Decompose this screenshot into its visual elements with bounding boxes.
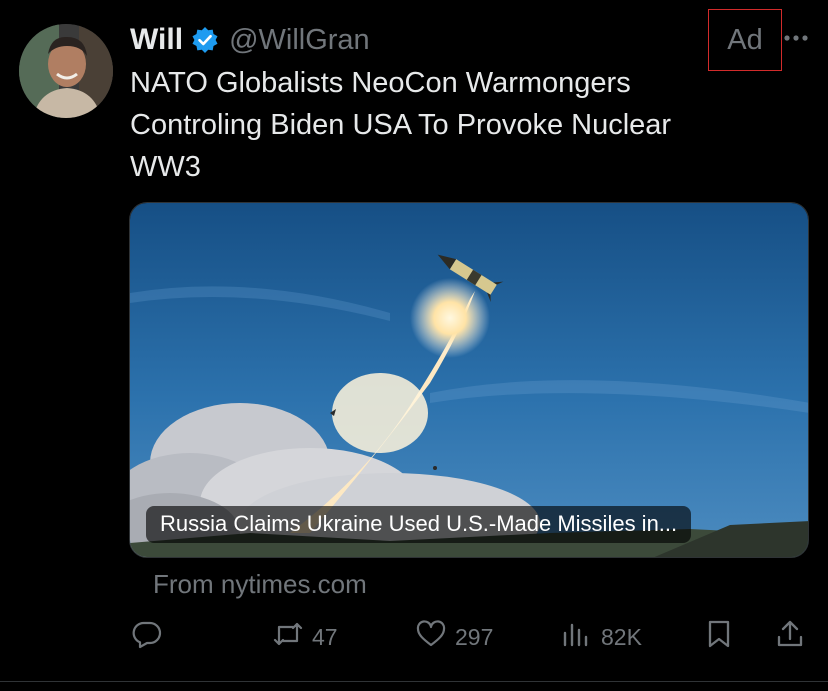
views-button[interactable]: 82K bbox=[561, 615, 642, 659]
author-name[interactable]: Will bbox=[130, 23, 183, 57]
tweet-header: Will @WillGran bbox=[130, 20, 370, 60]
retweet-button[interactable]: 47 bbox=[272, 615, 338, 659]
bookmark-button[interactable] bbox=[703, 615, 735, 659]
card-image bbox=[130, 203, 808, 557]
share-button[interactable] bbox=[774, 615, 806, 659]
retweet-icon bbox=[272, 618, 304, 656]
bookmark-icon bbox=[703, 618, 735, 656]
reply-icon bbox=[131, 618, 163, 656]
reply-button[interactable] bbox=[131, 615, 171, 659]
tweet-text: NATO Globalists NeoCon Warmongers Contro… bbox=[130, 67, 672, 183]
like-count: 297 bbox=[455, 623, 494, 650]
tweet-divider bbox=[0, 681, 828, 682]
avatar-photo bbox=[19, 24, 113, 118]
ellipsis-icon[interactable] bbox=[781, 28, 811, 48]
author-handle[interactable]: @WillGran bbox=[229, 24, 370, 57]
views-count: 82K bbox=[601, 623, 642, 650]
ad-label-text: Ad bbox=[727, 23, 763, 56]
link-card[interactable]: Russia Claims Ukraine Used U.S.-Made Mis… bbox=[129, 202, 809, 558]
like-button[interactable]: 297 bbox=[415, 615, 493, 659]
share-icon bbox=[774, 618, 806, 656]
retweet-count: 47 bbox=[312, 623, 338, 650]
card-headline: Russia Claims Ukraine Used U.S.-Made Mis… bbox=[146, 506, 692, 543]
action-bar: 47 297 82K bbox=[0, 615, 828, 659]
heart-icon bbox=[415, 618, 447, 656]
views-icon bbox=[561, 618, 593, 656]
link-source[interactable]: From nytimes.com bbox=[153, 569, 367, 600]
author-avatar[interactable] bbox=[19, 24, 113, 118]
verified-badge-icon bbox=[191, 26, 219, 54]
